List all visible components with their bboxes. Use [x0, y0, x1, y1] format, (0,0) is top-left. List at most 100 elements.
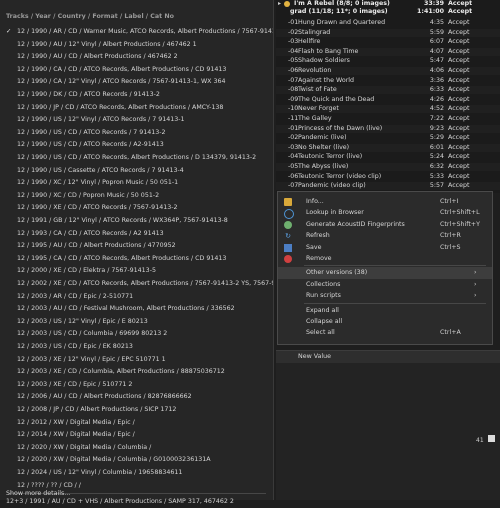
track-number: -07 [288, 76, 299, 84]
menu-item[interactable]: Generate AcoustID Fingerprints Ctrl+Shift… [278, 219, 492, 230]
menu-item[interactable]: Select all Ctrl+A [278, 327, 492, 338]
show-more-details-link[interactable]: Show more details... [6, 488, 70, 500]
version-item[interactable]: 12 / 1990 / US / CD / ATCO Records, Albe… [0, 151, 273, 164]
version-item[interactable]: 12 / 1990 / CA / 12" Vinyl / ATCO Record… [0, 75, 273, 88]
menu-shortcut: Ctrl+Shift+L [440, 209, 480, 217]
track-row[interactable]: -01 Princess of the Dawn (live) 9:23 Accept [276, 124, 500, 133]
version-label: 12 / 2003 / AR / CD / Epic / 2-510771 [17, 292, 134, 300]
menu-item[interactable]: Remove [278, 253, 492, 264]
track-row[interactable]: -07 Pandemic (video clip) 5:57 Accept [276, 182, 500, 191]
version-item[interactable]: 12 / 2006 / AU / CD / Albert Productions… [0, 390, 273, 403]
track-row[interactable]: -10 Never Forget 4:52 Accept [276, 105, 500, 114]
track-row[interactable]: -09 The Quick and the Dead 4:26 Accept [276, 96, 500, 104]
version-item[interactable]: 12 / 2024 / US / 12" Vinyl / Columbia / … [0, 466, 273, 479]
version-item[interactable]: 12 / 1990 / XC / CD / Popron Music / 50 … [0, 189, 273, 202]
metadata-panel[interactable] [276, 363, 500, 500]
version-item[interactable]: 12 / 1990 / JP / CD / ATCO Records, Albe… [0, 101, 273, 114]
menu-item[interactable]: Save Ctrl+S [278, 242, 492, 253]
version-item[interactable]: ✓ 12 / 1990 / AR / CD / Warner Music, ATC… [0, 25, 273, 38]
version-item[interactable]: 12 / 2003 / US / 12" Vinyl / Epic / E 80… [0, 315, 273, 328]
version-item[interactable]: 12 / 1991 / GB / 12" Vinyl / ATCO Record… [0, 214, 273, 227]
version-label: 12 / 1990 / US / CD / ATCO Records / 7 9… [17, 128, 166, 136]
track-row[interactable]: -08 Twist of Fate 6:33 Accept [276, 86, 500, 95]
version-item[interactable]: 12 / 2003 / AU / CD / Festival Mushroom,… [0, 302, 273, 315]
version-item[interactable]: 12 / 1990 / US / CD / ATCO Records / 7 9… [0, 126, 273, 139]
track-row[interactable]: -03 Hellfire 6:07 Accept [276, 38, 500, 46]
track-row[interactable]: -02 Stalingrad 5:59 Accept [276, 28, 500, 37]
version-item[interactable]: 12 / 2003 / XE / CD / Columbia, Albert P… [0, 365, 273, 378]
track-status: Accept [448, 57, 470, 65]
version-label: 12 / 2003 / US / CD / Epic / EK 80213 [17, 343, 133, 350]
version-item[interactable]: 12 / 2003 / US / CD / Columbia / 69699 8… [0, 327, 273, 340]
version-item[interactable]: 12 / 1990 / DK / CD / ATCO Records / 914… [0, 88, 273, 101]
menu-item[interactable]: Run scripts › [278, 290, 492, 301]
album-row[interactable]: grad (11/18; 11*; 0 images) 1:41:00 Accept [276, 8, 500, 16]
version-item[interactable]: 12 / 2003 / XE / 12" Vinyl / Epic / EPC … [0, 353, 273, 366]
version-item[interactable]: 12 / 2003 / US / CD / Epic / EK 80213 [0, 340, 273, 353]
menu-item[interactable]: Lookup in Browser Ctrl+Shift+L [278, 207, 492, 220]
version-item[interactable]: 12 / 2014 / XW / Digital Media / Epic / [0, 428, 273, 441]
menu-item[interactable]: Info... Ctrl+I [278, 196, 492, 207]
fingerprint-icon [284, 220, 292, 229]
album-status: Accept [448, 0, 473, 7]
album-row[interactable]: ▸ I'm A Rebel (8/8; 0 images) 33:39 Accept [276, 0, 500, 8]
version-label: 12 / 1990 / US / CD / ATCO Records, Albe… [17, 154, 257, 161]
menu-item[interactable]: Collapse all [278, 316, 492, 327]
version-item[interactable]: 12 / 1995 / AU / CD / Albert Productions… [0, 239, 273, 252]
info-icon [284, 198, 292, 206]
version-item[interactable]: 12 / 1990 / US / Cassette / ATCO Records… [0, 164, 273, 177]
version-item[interactable]: 12 / 2003 / XE / CD / Epic / 510771 2 [0, 378, 273, 391]
version-item[interactable]: 12 / 1990 / XC / 12" Vinyl / Popron Musi… [0, 176, 273, 189]
version-item[interactable]: 12 / 1990 / AU / 12" Vinyl / Albert Prod… [0, 38, 273, 51]
version-item[interactable]: 12 / 2003 / AR / CD / Epic / 2-510771 [0, 290, 273, 303]
version-item[interactable]: 12 / 1993 / CA / CD / ATCO Records / A2 … [0, 227, 273, 240]
version-item[interactable]: 12 / 1990 / CA / CD / ATCO Records, Albe… [0, 63, 273, 76]
menu-item[interactable]: ↻ Refresh Ctrl+R [278, 230, 492, 241]
version-item[interactable]: 12 / 1990 / AU / CD / Albert Productions… [0, 50, 273, 63]
menu-item[interactable]: Collections › [278, 279, 492, 290]
menu-item[interactable]: Expand all [278, 305, 492, 316]
track-title: Pandemic (video clip) [298, 182, 366, 190]
track-number: -01 [288, 124, 299, 132]
track-number: -07 [288, 182, 299, 190]
version-item[interactable]: 12 / 2012 / XW / Digital Media / Epic / [0, 416, 273, 429]
corner-toggle-icon[interactable] [488, 435, 495, 442]
track-row[interactable]: -07 Against the World 3:36 Accept [276, 77, 500, 85]
track-row[interactable]: -02 Pandemic (live) 5:29 Accept [276, 134, 500, 142]
track-row[interactable]: -11 The Galley 7:22 Accept [276, 115, 500, 123]
version-item[interactable]: 12 / 1990 / US / 12" Vinyl / ATCO Record… [0, 113, 273, 126]
track-duration: 4:07 [429, 47, 444, 55]
track-list[interactable]: ▸ I'm A Rebel (8/8; 0 images) 33:39 Accept g… [276, 0, 500, 193]
track-row[interactable]: -06 Revolution 4:06 Accept [276, 67, 500, 75]
version-item[interactable]: 12 / 2000 / XE / CD / Elektra / 7567-914… [0, 264, 273, 277]
version-label: 12 / 2003 / XE / CD / Columbia, Albert P… [17, 368, 225, 376]
track-number: -01 [288, 19, 299, 26]
track-row[interactable]: -04 Flash to Bang Time 4:07 Accept [276, 47, 500, 56]
track-number: -05 [288, 57, 299, 65]
track-duration: 4:52 [429, 105, 444, 113]
track-duration: 5:59 [429, 28, 444, 36]
track-number: -10 [288, 105, 299, 113]
new-value-column-header[interactable]: New Value [298, 353, 331, 360]
version-item[interactable]: 12 / 1990 / XE / CD / ATCO Records / 756… [0, 201, 273, 214]
track-status: Accept [448, 153, 470, 161]
context-menu[interactable]: Info... Ctrl+I Lookup in Browser Ctrl+Shift… [277, 191, 493, 345]
track-row[interactable]: -01 Hung Drawn and Quartered 4:35 Accept [276, 19, 500, 27]
menu-item[interactable]: Other versions (38) › [278, 267, 492, 279]
track-row[interactable]: -05 The Abyss (live) 6:32 Accept [276, 163, 500, 171]
menu-shortcut: Ctrl+A [440, 329, 461, 337]
track-row[interactable]: -05 Shadow Soldiers 5:47 Accept [276, 57, 500, 65]
expand-arrow-icon[interactable]: ▸ [278, 0, 281, 8]
album-title: I'm A Rebel (8/8; 0 images) [294, 0, 390, 7]
other-versions-submenu[interactable]: Tracks / Year / Country / Format / Label… [0, 0, 274, 505]
version-item[interactable]: 12 / 2008 / JP / CD / Albert Productions… [0, 403, 273, 416]
track-row[interactable]: -06 Teutonic Terror (video clip) 5:33 Accep… [276, 173, 500, 181]
version-label: 12 / 2024 / US / 12" Vinyl / Columbia / … [17, 469, 183, 476]
version-item[interactable]: 12 / 2020 / XW / Digital Media / Columbi… [0, 441, 273, 454]
version-item[interactable]: 12 / 1995 / CA / CD / ATCO Records, Albe… [0, 252, 273, 265]
track-row[interactable]: -04 Teutonic Terror (live) 5:24 Accept [276, 153, 500, 161]
version-item[interactable]: 12 / 1990 / US / CD / ATCO Records / A2-… [0, 138, 273, 151]
version-item[interactable]: 12 / 2002 / XE / CD / ATCO Records, Albe… [0, 277, 273, 290]
track-row[interactable]: -03 No Shelter (live) 6:01 Accept [276, 143, 500, 152]
version-item[interactable]: 12 / 2020 / XW / Digital Media / Columbi… [0, 453, 273, 466]
